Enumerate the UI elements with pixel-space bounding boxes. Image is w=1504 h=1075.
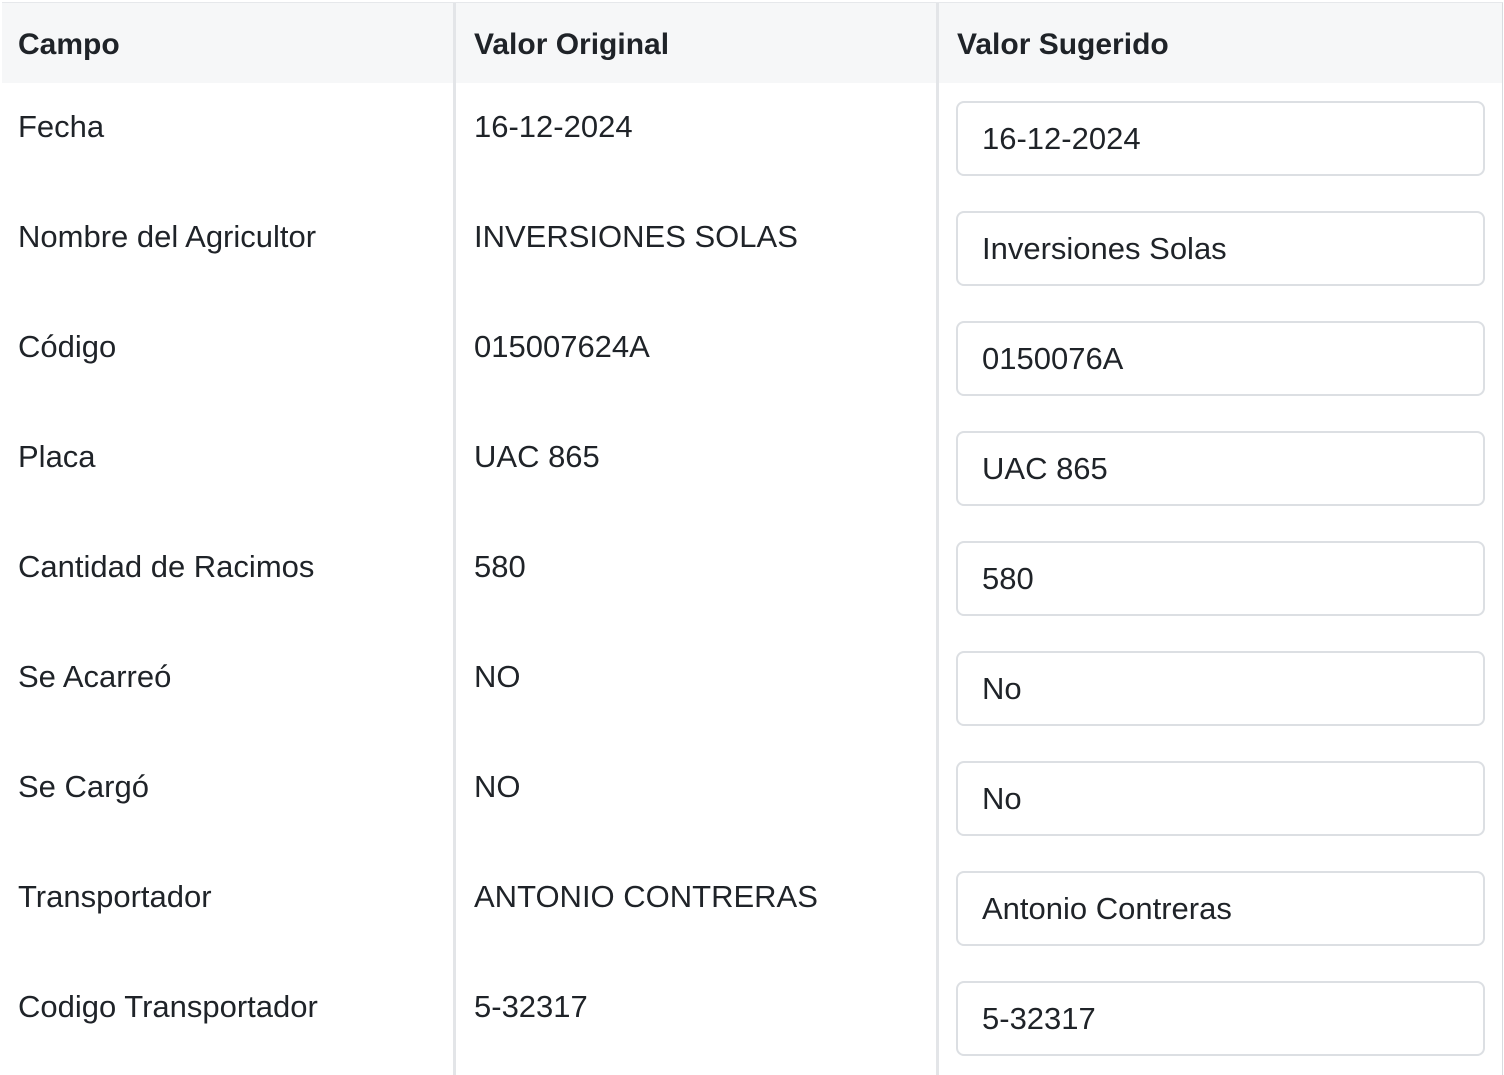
original-value: 5-32317 [474, 989, 588, 1024]
table-row-fecha: Fecha 16-12-2024 [2, 83, 1502, 193]
original-value: 580 [474, 549, 526, 584]
suggested-value-input[interactable] [956, 651, 1485, 726]
table-row-transportador: Transportador ANTONIO CONTRERAS [2, 853, 1502, 963]
suggested-value-input[interactable] [956, 101, 1485, 176]
table-row-codigo: Código 015007624A [2, 303, 1502, 413]
table-row-cantidad-racimos: Cantidad de Racimos 580 [2, 523, 1502, 633]
suggested-value-input[interactable] [956, 761, 1485, 836]
field-label: Se Cargó [18, 769, 149, 804]
table-row-se-acarreo: Se Acarreó NO [2, 633, 1502, 743]
suggested-value-input[interactable] [956, 981, 1485, 1056]
original-value: 16-12-2024 [474, 109, 633, 144]
table-row-nombre-agricultor: Nombre del Agricultor INVERSIONES SOLAS [2, 193, 1502, 303]
field-label: Cantidad de Racimos [18, 549, 315, 584]
field-label: Fecha [18, 109, 105, 144]
original-value: INVERSIONES SOLAS [474, 219, 798, 254]
suggested-value-input[interactable] [956, 541, 1485, 616]
field-label: Placa [18, 439, 96, 474]
column-header-suggested: Valor Sugerido [957, 28, 1169, 61]
original-value: NO [474, 659, 521, 694]
table-row-placa: Placa UAC 865 [2, 413, 1502, 523]
original-value: NO [474, 769, 521, 804]
original-value: UAC 865 [474, 439, 600, 474]
field-label: Se Acarreó [18, 659, 172, 694]
suggested-value-input[interactable] [956, 871, 1485, 946]
original-value: ANTONIO CONTRERAS [474, 879, 818, 914]
table-header-row: Campo Valor Original Valor Sugerido [2, 3, 1502, 83]
column-header-original: Valor Original [474, 28, 670, 61]
field-label: Código [18, 329, 117, 364]
field-label: Codigo Transportador [18, 989, 318, 1024]
suggested-value-input[interactable] [956, 321, 1485, 396]
field-label: Transportador [18, 879, 212, 914]
column-header-field: Campo [18, 28, 120, 61]
table-row-codigo-transportador: Codigo Transportador 5-32317 [2, 963, 1502, 1073]
suggested-value-input[interactable] [956, 431, 1485, 506]
original-value: 015007624A [474, 329, 650, 364]
field-label: Nombre del Agricultor [18, 219, 317, 254]
suggested-value-input[interactable] [956, 211, 1485, 286]
table-row-se-cargo: Se Cargó NO [2, 743, 1502, 853]
comparison-table: Campo Valor Original Valor Sugerido Fech… [2, 2, 1503, 1075]
